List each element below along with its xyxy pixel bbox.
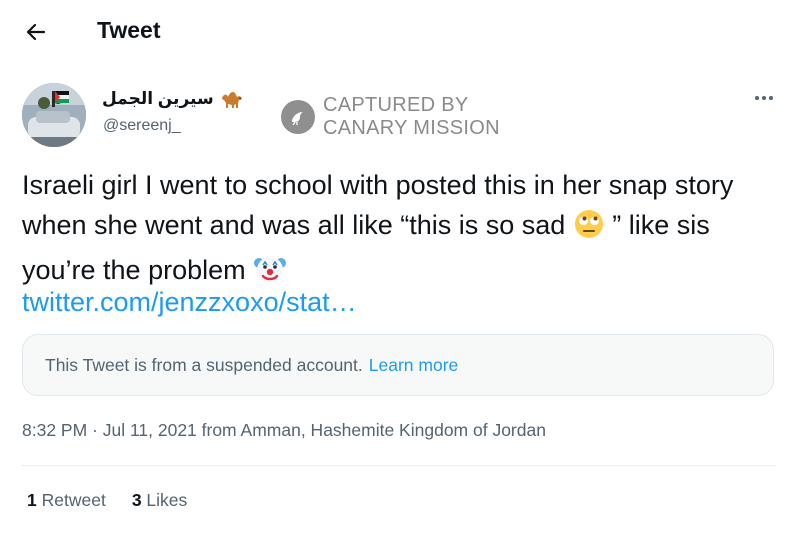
watermark-line-2: CANARY MISSION — [323, 117, 500, 139]
face-with-rolling-eyes-emoji — [573, 208, 605, 252]
tweet-header: Tweet — [0, 0, 800, 64]
likes-stat[interactable]: 3 Likes — [132, 490, 187, 511]
avatar-image — [22, 83, 86, 147]
tweet-timestamp-location[interactable]: 8:32 PM · Jul 11, 2021 from Amman, Hashe… — [22, 420, 546, 441]
avatar[interactable] — [22, 83, 86, 147]
author-name-row[interactable]: سيرين الجمل — [102, 89, 244, 109]
suspended-quote-notice: This Tweet is from a suspended account. … — [22, 334, 774, 396]
arrow-left-icon — [26, 23, 46, 41]
author-handle[interactable]: @sereenj_ — [103, 117, 181, 135]
engagement-stats: 1 Retweet 3 Likes — [27, 490, 187, 511]
bird-logo-icon — [281, 100, 315, 134]
divider — [22, 465, 776, 466]
back-button[interactable] — [16, 14, 56, 50]
watermark-line-1: CAPTURED BY — [323, 94, 469, 116]
author-display-name[interactable]: سيرين الجمل — [102, 89, 214, 109]
retweets-stat[interactable]: 1 Retweet — [27, 490, 106, 511]
suspended-notice-text: This Tweet is from a suspended account. — [45, 354, 363, 375]
likes-count: 3 — [131, 490, 142, 510]
retweets-label: Retweet — [41, 490, 106, 510]
tweet-text: Israeli girl I went to school with poste… — [22, 166, 782, 297]
page-title: Tweet — [97, 17, 161, 43]
likes-label: Likes — [146, 490, 188, 510]
more-options-button[interactable] — [748, 86, 780, 110]
camel-emoji — [221, 92, 242, 108]
more-dots-icon — [755, 96, 773, 100]
retweets-count: 1 — [27, 490, 37, 510]
canary-mission-watermark: CAPTURED BY CANARY MISSION — [281, 94, 500, 140]
tweet-link[interactable]: twitter.com/jenzzxoxo/stat… — [22, 284, 357, 320]
learn-more-link[interactable]: Learn more — [369, 355, 459, 376]
